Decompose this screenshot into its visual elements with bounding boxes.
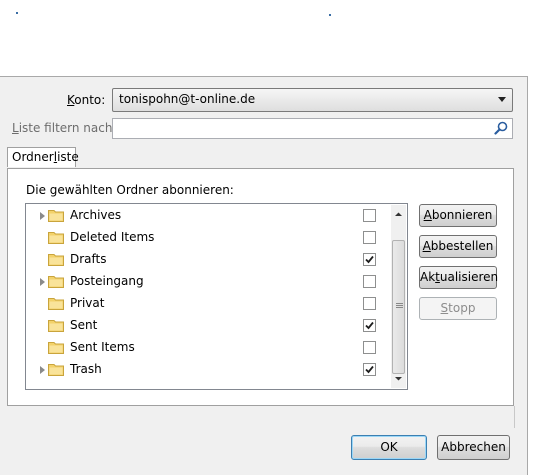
folder-name: Deleted Items <box>70 230 155 244</box>
subscribe-checkbox[interactable] <box>363 297 376 310</box>
checkmark-icon <box>365 255 374 264</box>
folder-icon <box>48 276 64 288</box>
refresh-button[interactable]: Aktualisieren <box>419 266 498 289</box>
checkmark-icon <box>365 321 374 330</box>
checkmark-icon <box>365 365 374 374</box>
subscribe-checkbox[interactable] <box>363 341 376 354</box>
filter-label: Liste filtern nach: <box>12 121 117 135</box>
folder-name: Posteingang <box>70 274 144 288</box>
scrollbar[interactable] <box>391 205 406 388</box>
list-heading: Die gewählten Ordner abonnieren: <box>26 183 234 197</box>
subscribe-checkbox[interactable] <box>363 275 376 288</box>
filter-input[interactable] <box>112 118 513 139</box>
list-item[interactable]: Sent Items <box>26 337 396 359</box>
folder-icon <box>48 298 64 310</box>
expand-arrow-icon[interactable] <box>40 278 45 286</box>
tab-ordnerliste[interactable]: Ordnerliste <box>7 147 79 167</box>
list-item[interactable]: Trash <box>26 359 396 381</box>
desktop-dot <box>329 14 331 16</box>
list-item[interactable]: Privat <box>26 293 396 315</box>
folder-icon <box>48 210 64 222</box>
folder-icon <box>48 342 64 354</box>
list-item[interactable]: Sent <box>26 315 396 337</box>
folder-icon <box>48 320 64 332</box>
chevron-down-icon <box>498 97 506 102</box>
cancel-button[interactable]: Abbrechen <box>437 435 510 460</box>
subscribe-checkbox[interactable] <box>363 209 376 222</box>
folder-icon <box>48 254 64 266</box>
list-item[interactable]: Posteingang <box>26 271 396 293</box>
account-select-value: tonispohn@t-online.de <box>119 92 256 106</box>
expand-arrow-icon[interactable] <box>40 366 45 374</box>
scrollbar-thumb[interactable] <box>392 240 405 374</box>
scroll-up-icon[interactable] <box>391 207 406 222</box>
search-icon[interactable] <box>494 121 508 135</box>
account-select[interactable]: tonispohn@t-online.de <box>112 88 513 112</box>
folder-name: Privat <box>70 296 105 310</box>
tab-panel: Die gewählten Ordner abonnieren: Archive… <box>7 168 514 406</box>
folder-name: Drafts <box>70 252 107 266</box>
divider <box>514 406 515 428</box>
subscribe-checkbox[interactable] <box>363 319 376 332</box>
subscribe-button[interactable]: Abonnieren <box>419 204 497 227</box>
list-item[interactable]: Deleted Items <box>26 227 396 249</box>
list-item[interactable]: Archives <box>26 205 396 227</box>
unsubscribe-button[interactable]: Abbestellen <box>419 235 497 258</box>
folder-list[interactable]: Archives Deleted Items Drafts Posteingang Pr… <box>25 203 408 390</box>
account-label: Konto: <box>67 93 106 107</box>
subscribe-checkbox[interactable] <box>363 363 376 376</box>
desktop-dot <box>16 12 18 14</box>
ok-button[interactable]: OK <box>351 435 427 460</box>
folder-icon <box>48 364 64 376</box>
folder-name: Sent <box>70 318 98 332</box>
expand-arrow-icon[interactable] <box>40 212 45 220</box>
subscribe-checkbox[interactable] <box>363 253 376 266</box>
folder-icon <box>48 232 64 244</box>
folder-name: Archives <box>70 208 122 222</box>
subscribe-dialog: Konto: tonispohn@t-online.de Liste filte… <box>0 76 528 475</box>
folder-name: Trash <box>70 362 102 376</box>
stop-button[interactable]: Stopp <box>419 297 497 320</box>
list-item[interactable]: Drafts <box>26 249 396 271</box>
folder-name: Sent Items <box>70 340 135 354</box>
subscribe-checkbox[interactable] <box>363 231 376 244</box>
scroll-down-icon[interactable] <box>391 371 406 386</box>
